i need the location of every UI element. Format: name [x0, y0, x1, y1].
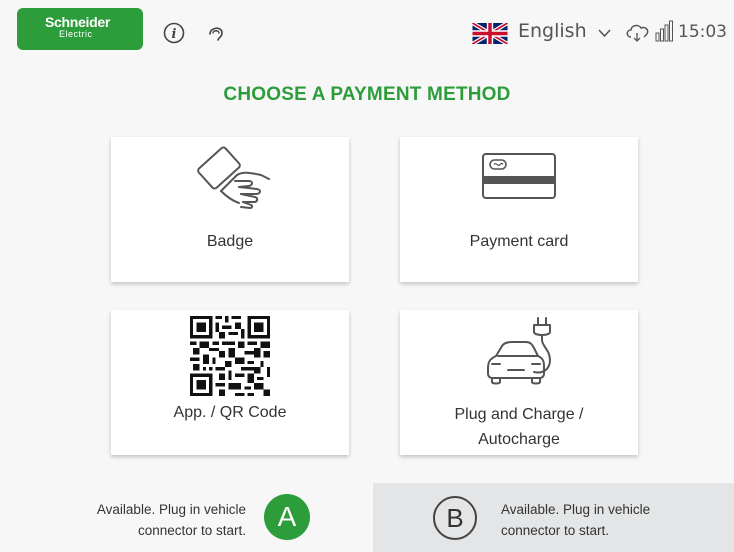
signal-icon	[655, 20, 673, 42]
page-title: CHOOSE A PAYMENT METHOD	[223, 84, 511, 105]
plug-and-charge-label-2: Autocharge	[478, 431, 560, 448]
brand-name: Schneider	[45, 14, 110, 30]
ev-plug-icon	[487, 317, 551, 385]
chevron-down-icon[interactable]	[598, 28, 611, 38]
schneider-logo: Schneider Electric	[17, 8, 143, 50]
credit-card-icon	[482, 153, 556, 199]
info-icon[interactable]: i	[163, 22, 185, 44]
cloud-icon	[626, 24, 649, 42]
uk-flag-icon[interactable]	[472, 23, 508, 44]
language-selector[interactable]: English	[518, 20, 587, 42]
badge-payment-button[interactable]: Badge	[111, 137, 349, 282]
connector-a-badge[interactable]: A	[264, 494, 310, 540]
connector-a-status: Available. Plug in vehicle connector to …	[50, 499, 246, 541]
qr-code-label: App. / QR Code	[173, 404, 287, 421]
connector-a-status-line1: Available. Plug in vehicle	[96, 502, 246, 517]
qr-code-icon	[190, 316, 270, 396]
connector-b-badge[interactable]: B	[433, 496, 477, 540]
svg-text:i: i	[172, 27, 177, 42]
plug-and-charge-label-1: Plug and Charge /	[454, 406, 584, 423]
payment-card-label: Payment card	[469, 233, 569, 250]
payment-card-button[interactable]: Payment card	[400, 137, 638, 282]
brand-subname: Electric	[59, 29, 93, 39]
connector-b-status-line2: connector to start.	[501, 523, 610, 538]
badge-card-icon	[197, 146, 270, 209]
clock: 15:03	[678, 22, 727, 42]
support-icon[interactable]	[205, 22, 227, 44]
connector-a-status-line2: connector to start.	[137, 523, 246, 538]
connector-b-status-line1: Available. Plug in vehicle	[501, 502, 651, 517]
badge-label: Badge	[206, 233, 254, 250]
connector-b-status: Available. Plug in vehicle connector to …	[501, 499, 721, 541]
plug-and-charge-button[interactable]: Plug and Charge / Autocharge	[400, 310, 638, 455]
qr-code-payment-button[interactable]: App. / QR Code	[111, 310, 349, 455]
